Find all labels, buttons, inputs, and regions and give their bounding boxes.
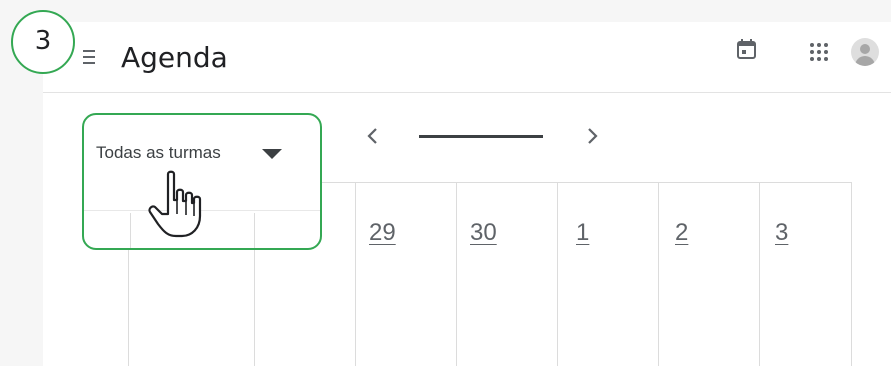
dropdown-caret-icon[interactable] xyxy=(262,149,282,159)
calendar-icon[interactable] xyxy=(737,39,756,59)
chevron-right-icon[interactable] xyxy=(584,123,600,149)
grid-divider xyxy=(254,213,255,248)
day-number[interactable]: 29 xyxy=(369,219,396,247)
account-avatar[interactable] xyxy=(851,38,879,66)
menu-icon[interactable] xyxy=(83,50,95,64)
grid-divider xyxy=(658,183,659,366)
hand-pointer-icon xyxy=(148,170,202,238)
page-title: Agenda xyxy=(121,41,228,74)
grid-divider xyxy=(557,183,558,366)
grid-divider xyxy=(130,213,131,248)
day-number[interactable]: 2 xyxy=(675,219,688,247)
grid-divider xyxy=(355,183,356,366)
day-number[interactable]: 1 xyxy=(576,219,589,247)
step-number-badge: 3 xyxy=(11,10,75,74)
apps-grid-icon[interactable] xyxy=(810,43,828,61)
day-number[interactable]: 30 xyxy=(470,219,497,247)
date-range-loading-bar xyxy=(419,135,543,138)
day-number[interactable]: 3 xyxy=(775,219,788,247)
grid-divider xyxy=(456,183,457,366)
top-app-bar: Agenda xyxy=(43,22,891,93)
grid-divider xyxy=(759,183,760,366)
class-filter-highlight: Todas as turmas xyxy=(82,113,322,250)
grid-edge xyxy=(84,210,320,211)
chevron-left-icon[interactable] xyxy=(365,123,381,149)
class-filter-label[interactable]: Todas as turmas xyxy=(96,143,221,163)
